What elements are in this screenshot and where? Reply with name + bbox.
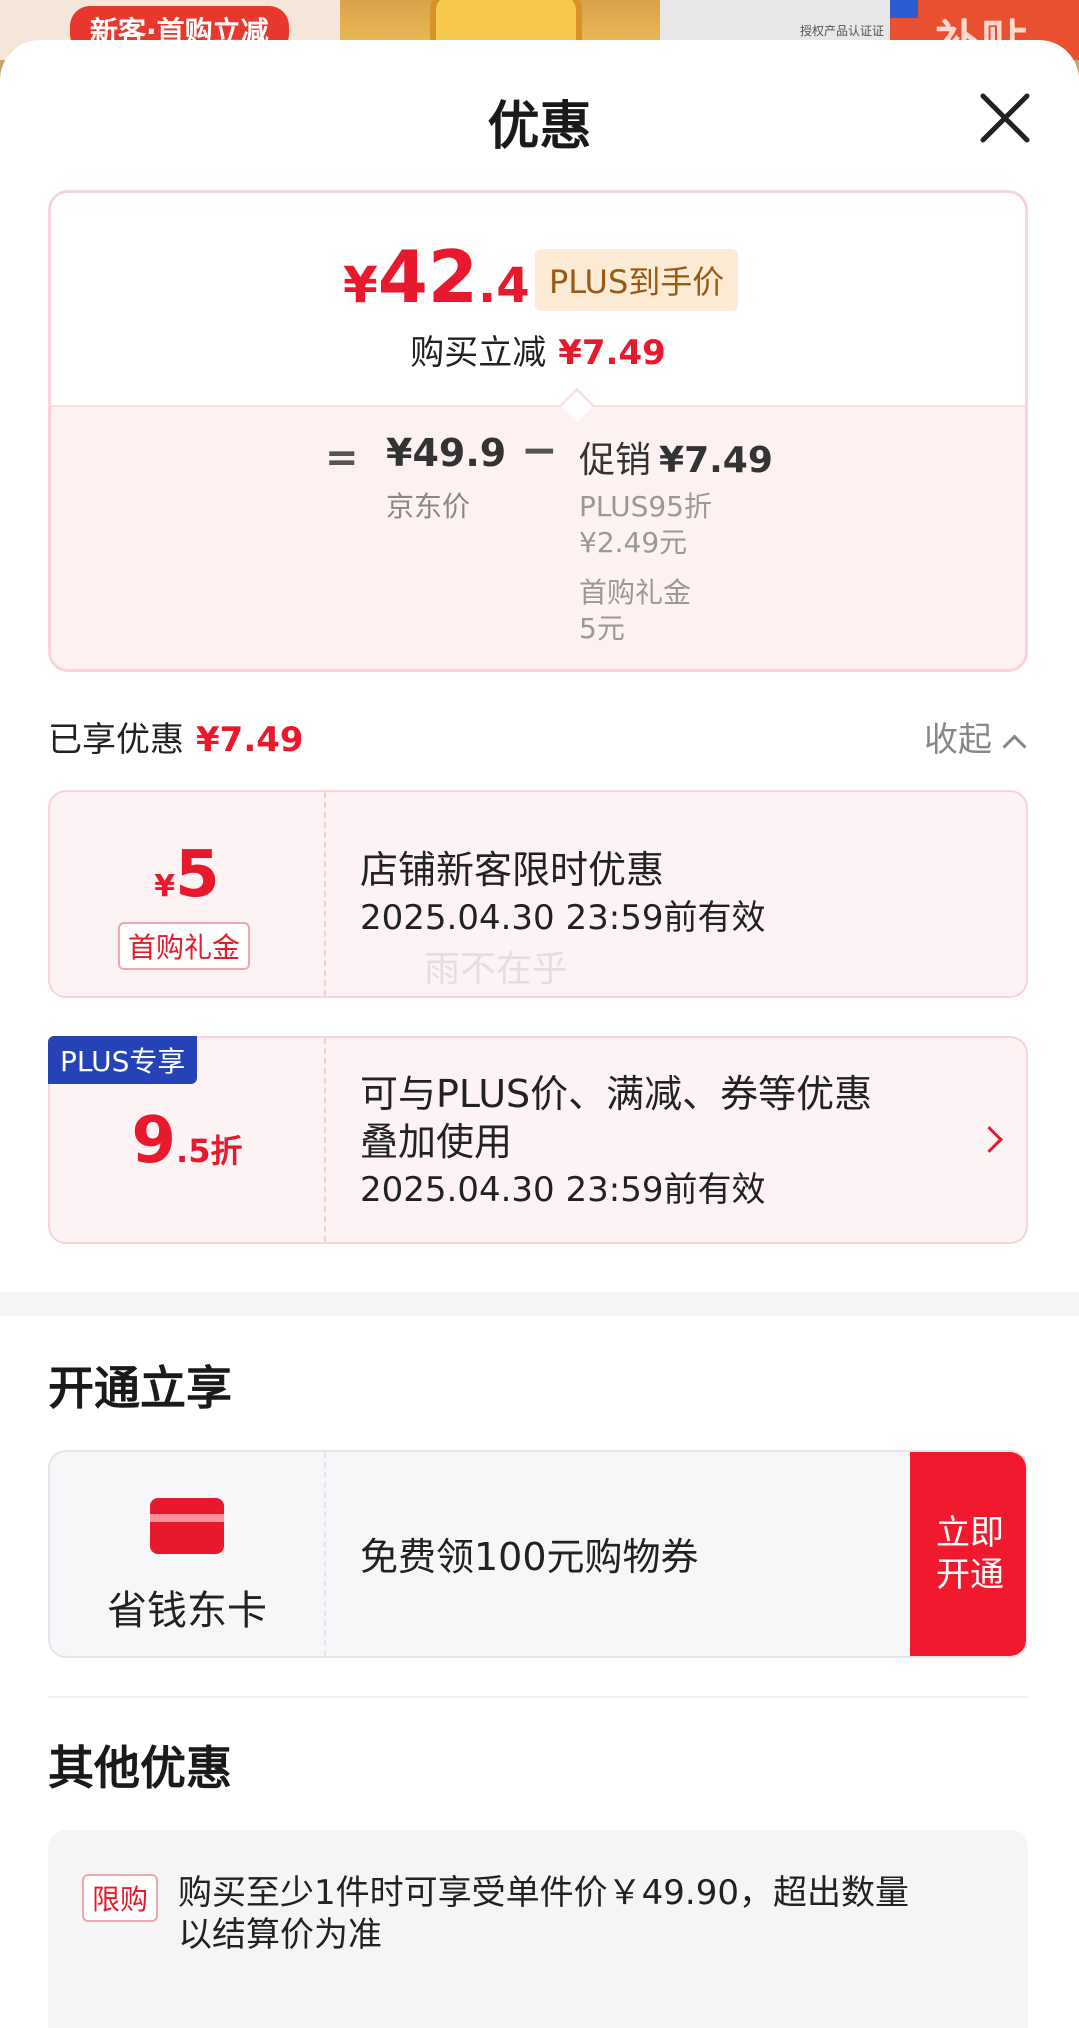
coupon-plus-discount[interactable]: 9.5折 PLUS专享 可与PLUS价、满减、券等优惠 叠加使用 2025.04…	[48, 1036, 1028, 1244]
enjoyed-discount: 已享优惠 ¥7.49	[48, 712, 304, 761]
coupon-currency: ¥	[154, 869, 176, 904]
membership-card-left: 省钱东卡	[50, 1452, 326, 1656]
activate-button-line2: 开通	[936, 1555, 1004, 1595]
final-price: ¥42.41	[343, 235, 563, 319]
promo-sub-first-gift: 首购礼金	[579, 576, 692, 609]
price-formula: = ¥49.9 京东价 − 促销 ¥7.49 PLUS95折 ¥2.49元 首购礼…	[51, 405, 1025, 669]
close-button[interactable]	[975, 88, 1035, 148]
activate-button-line1: 立即	[936, 1513, 1004, 1553]
final-price-symbol: ¥	[343, 256, 378, 314]
coupon-title-line2: 叠加使用	[360, 1120, 513, 1164]
background-tag	[890, 0, 918, 18]
equals-sign: =	[325, 435, 359, 481]
section-divider	[0, 1292, 1079, 1316]
other-discount-card: 限购 购买至少1件时可享受单件价￥49.90，超出数量以结算价为准	[48, 1830, 1028, 2028]
thin-divider	[48, 1696, 1028, 1698]
open-section-title: 开通立享	[48, 1361, 232, 1415]
limit-tag: 限购	[82, 1874, 159, 1922]
coupon-tag: 首购礼金	[118, 922, 251, 970]
coupon-value-area: ¥5 首购礼金	[50, 792, 326, 996]
plus-exclusive-badge: PLUS专享	[48, 1036, 198, 1084]
sheet-title: 优惠	[487, 97, 592, 157]
coupon-title-line1: 可与PLUS价、满减、券等优惠	[360, 1072, 873, 1116]
final-price-integer: 42	[377, 235, 478, 319]
minus-sign: −	[521, 425, 558, 476]
coupon-description: 可与PLUS价、满减、券等优惠 叠加使用 2025.04.30 23:59前有效	[360, 1070, 872, 1214]
chevron-up-icon	[1002, 734, 1027, 759]
chevron-right-icon[interactable]	[976, 1126, 1003, 1153]
coupon-amount: ¥5	[50, 838, 324, 912]
activate-button[interactable]: 立即 开通	[910, 1452, 1026, 1656]
discount-sheet: 优惠 ¥42.41 PLUS到手价 购买立减 ¥7.49 = ¥49.9 京东价 …	[0, 40, 1079, 2028]
price-summary: ¥42.41 PLUS到手价 购买立减 ¥7.49	[51, 193, 1025, 405]
credit-card-icon	[150, 1498, 224, 1554]
reduce-label: 购买立减	[410, 333, 547, 373]
promo-sub-plus-discount: PLUS95折	[579, 490, 712, 523]
jd-price-label: 京东价	[386, 490, 471, 523]
coupon-discount: 9.5折	[50, 1104, 324, 1178]
coupon-validity: 2025.04.30 23:59前有效	[360, 1170, 766, 1210]
watermark: 雨不在乎	[424, 949, 569, 990]
coupon-discount-integer: 9	[131, 1104, 177, 1178]
promo-line: 促销 ¥7.49	[579, 431, 773, 483]
enjoyed-value: ¥7.49	[196, 720, 304, 760]
limit-text: 购买至少1件时可享受单件价￥49.90，超出数量以结算价为准	[178, 1873, 909, 1955]
price-breakdown-card: ¥42.41 PLUS到手价 购买立减 ¥7.49 = ¥49.9 京东价 − 促…	[48, 190, 1028, 672]
reduce-value: ¥7.49	[558, 333, 666, 373]
membership-card-name: 省钱东卡	[107, 1588, 267, 1634]
membership-card-description: 免费领100元购物券	[360, 1535, 699, 1579]
promo-value: ¥7.49	[659, 440, 773, 481]
membership-card: 省钱东卡 免费领100元购物券 立即 开通	[48, 1450, 1028, 1658]
jd-price: ¥49.9	[386, 431, 507, 475]
coupon-discount-suffix: .5折	[176, 1132, 243, 1170]
promo-label: 促销	[579, 440, 652, 481]
collapse-label: 收起	[924, 720, 992, 760]
collapse-button[interactable]: 收起	[924, 712, 1027, 761]
enjoyed-label: 已享优惠	[48, 720, 184, 760]
promo-sub-plus-amount: ¥2.49元	[579, 526, 688, 559]
coupon-amount-value: 5	[175, 838, 220, 912]
coupon-validity: 2025.04.30 23:59前有效	[360, 898, 766, 938]
coupon-description: 店铺新客限时优惠 2025.04.30 23:59前有效	[360, 846, 765, 942]
plus-price-tag: PLUS到手价	[535, 249, 739, 311]
reduce-line: 购买立减 ¥7.49	[51, 325, 1025, 374]
close-icon	[980, 93, 1030, 143]
other-section-title: 其他优惠	[48, 1741, 232, 1795]
coupon-title: 店铺新客限时优惠	[360, 848, 665, 892]
promo-sub-first-gift-amount: 5元	[579, 612, 625, 645]
